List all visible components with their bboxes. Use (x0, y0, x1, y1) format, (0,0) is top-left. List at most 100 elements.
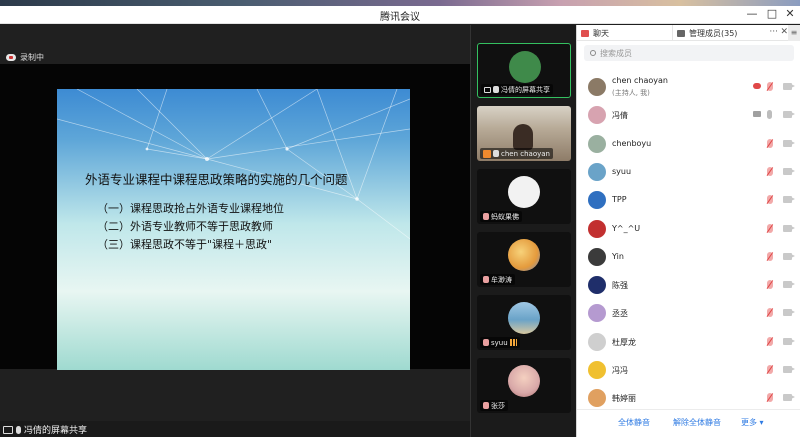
avatar (508, 176, 540, 208)
close-icon[interactable]: ✕ (782, 7, 798, 20)
more-options-icon[interactable]: ··· (769, 27, 778, 37)
video-tile-name: 牟渺涛 (491, 275, 512, 284)
mic-muted-icon[interactable] (767, 251, 773, 261)
member-name: syuu (612, 166, 632, 176)
avatar (588, 78, 606, 96)
avatar (508, 239, 540, 271)
avatar (508, 365, 540, 397)
video-tile-label: 张莎 (480, 400, 508, 411)
avatar (588, 219, 606, 238)
mic-muted-icon[interactable] (767, 336, 773, 346)
camera-icon[interactable] (783, 167, 795, 175)
video-tile-name: chen chaoyan (501, 149, 550, 158)
signal-bars-icon (509, 339, 517, 346)
mic-muted-icon (483, 339, 489, 346)
member-row[interactable]: syuu (577, 158, 800, 186)
mic-muted-icon[interactable] (767, 308, 773, 318)
member-row[interactable]: 陈强 (577, 271, 800, 299)
minimize-icon[interactable]: — (744, 7, 760, 20)
tab-chat[interactable]: 聊天 (577, 25, 673, 41)
mic-muted-icon[interactable] (767, 365, 773, 374)
mic-muted-icon[interactable] (767, 393, 773, 403)
screen-share-icon (484, 86, 491, 93)
member-row[interactable]: chenboyu (577, 130, 800, 158)
mic-muted-icon (483, 402, 489, 409)
camera-icon[interactable] (783, 83, 795, 90)
cloud-record-icon (6, 53, 16, 61)
tab-members[interactable]: 管理成员(35) (673, 25, 759, 41)
video-tile-label: 牟渺涛 (480, 274, 515, 285)
member-row[interactable]: Yin (577, 243, 800, 271)
mic-muted-icon[interactable] (767, 82, 773, 91)
member-row[interactable]: 丞丞 (577, 299, 800, 327)
title-bar: 腾讯会议 — □ ✕ (0, 6, 800, 24)
members-panel: 聊天 管理成员(35) ··· ✕ ≡ 搜索成员 chen chaoyan (主持… (576, 25, 800, 437)
mic-icon[interactable] (767, 110, 772, 120)
camera-icon[interactable] (783, 111, 795, 119)
member-row[interactable]: chen chaoyan (主持人, 我) (577, 73, 800, 101)
video-tile[interactable]: 牟渺涛 (477, 232, 571, 287)
video-tile[interactable]: 蚂蚁果佛 (477, 169, 571, 224)
camera-icon[interactable] (783, 309, 795, 317)
maximize-icon[interactable]: □ (764, 7, 780, 20)
member-row[interactable]: 冯倩 (577, 101, 800, 129)
camera-icon[interactable] (783, 224, 795, 232)
video-tile[interactable]: 冯倩的屏幕共享 (477, 43, 571, 98)
mic-muted-icon[interactable] (767, 280, 773, 290)
mic-muted-icon[interactable] (767, 166, 773, 176)
video-tile[interactable]: 张莎 (477, 358, 571, 413)
member-row[interactable]: 冯冯 (577, 356, 800, 384)
video-tile-name: 蚂蚁果佛 (491, 212, 519, 221)
camera-icon[interactable] (783, 366, 795, 373)
member-row[interactable]: 韩婷丽 (577, 384, 800, 409)
mic-icon (493, 86, 499, 93)
search-icon (590, 50, 596, 56)
video-tile-label: syuu (480, 337, 520, 348)
mic-muted-icon[interactable] (767, 195, 773, 205)
member-row[interactable]: Y^_^U (577, 215, 800, 243)
member-name: Yin (612, 251, 624, 261)
cloud-record-icon (753, 83, 761, 89)
video-tile[interactable]: syuu (477, 295, 571, 350)
member-row[interactable]: TPP (577, 186, 800, 214)
screen-share-label: 冯倩的屏幕共享 (3, 423, 87, 436)
avatar (588, 191, 606, 210)
mic-icon (493, 150, 499, 157)
screen-share-owner: 冯倩的屏幕共享 (24, 426, 88, 436)
unmute-all-button[interactable]: 解除全体静音 (673, 417, 721, 431)
member-row[interactable]: 杜厚龙 (577, 328, 800, 356)
avatar (509, 51, 541, 83)
member-search-input[interactable]: 搜索成员 (584, 45, 794, 61)
member-name: TPP (612, 195, 627, 205)
member-name: Y^_^U (612, 223, 641, 233)
member-name: 丞丞 (612, 309, 628, 319)
recording-indicator[interactable]: 录制中 (6, 50, 44, 64)
camera-icon[interactable] (783, 337, 795, 345)
screen-share-icon (3, 425, 13, 434)
slide-point-1: （一）课程思政抢占外语专业课程地位 (97, 202, 284, 215)
more-button[interactable]: 更多 ▾ (741, 417, 764, 431)
panel-menu-icon[interactable]: ≡ (788, 25, 800, 41)
mic-muted-icon[interactable] (767, 138, 773, 148)
screen-share-bar: 冯倩的屏幕共享 (0, 421, 470, 437)
panel-footer: 全体静音 解除全体静音 更多 ▾ (577, 409, 800, 437)
camera-icon[interactable] (783, 139, 795, 147)
member-name: chenboyu (612, 138, 652, 148)
member-name: 冯倩 (612, 111, 628, 121)
camera-icon[interactable] (783, 196, 795, 204)
avatar (588, 247, 606, 266)
member-list: chen chaoyan (主持人, 我) 冯倩 chenboyu syuu TPP Y^_… (577, 73, 800, 409)
window-title: 腾讯会议 (380, 12, 420, 23)
member-name: 陈强 (612, 281, 628, 291)
close-panel-icon[interactable]: ✕ (780, 27, 788, 37)
mic-muted-icon[interactable] (767, 223, 773, 233)
video-tile[interactable]: chen chaoyan (477, 106, 571, 161)
mute-all-button[interactable]: 全体静音 (618, 417, 650, 431)
camera-icon[interactable] (783, 252, 795, 260)
camera-icon[interactable] (783, 394, 795, 402)
mic-muted-icon (483, 276, 489, 283)
camera-icon[interactable] (783, 281, 795, 289)
slide-point-2: （二）外语专业教师不等于思政教师 (97, 220, 273, 233)
slide-point-3: （三）课程思政不等于"课程＋思政" (97, 238, 273, 251)
member-role: (主持人, 我) (612, 89, 650, 97)
